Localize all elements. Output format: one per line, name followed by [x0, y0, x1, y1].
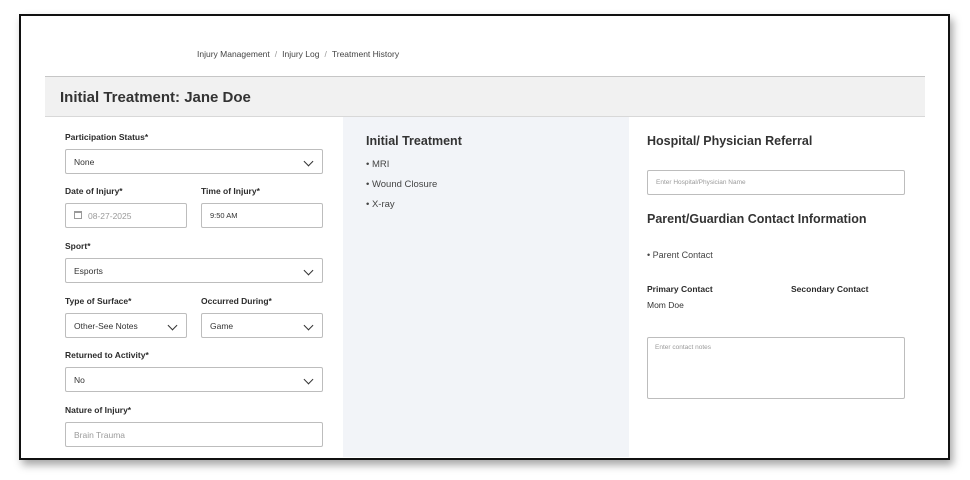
- referral-title: Hospital/ Physician Referral: [647, 134, 813, 148]
- date-of-injury-label: Date of Injury*: [65, 186, 123, 196]
- occurred-during-label: Occurred During*: [201, 296, 272, 306]
- app-frame: Injury Management / Injury Log / Treatment H…: [19, 14, 950, 460]
- injury-form: Participation Status* None Date of Injur…: [45, 117, 343, 457]
- occurred-during-value: Game: [210, 321, 234, 331]
- type-of-surface-value: Other-See Notes: [74, 321, 138, 331]
- breadcrumb-injury-management[interactable]: Injury Management: [197, 49, 270, 59]
- type-of-surface-label: Type of Surface*: [65, 296, 132, 306]
- page-header: Initial Treatment: Jane Doe: [45, 76, 925, 117]
- returned-to-activity-value: No: [74, 375, 85, 385]
- guardian-contact-item: Parent Contact: [647, 250, 713, 260]
- date-of-injury-input[interactable]: 08-27-2025: [65, 203, 187, 228]
- occurred-during-select[interactable]: Game: [201, 313, 323, 338]
- hospital-physician-placeholder: Enter Hospital/Physician Name: [656, 179, 746, 186]
- participation-status-select[interactable]: None: [65, 149, 323, 174]
- sport-value: Esports: [74, 266, 103, 276]
- treatment-item: Wound Closure: [366, 179, 437, 190]
- secondary-contact-label: Secondary Contact: [791, 284, 869, 294]
- calendar-icon: [74, 211, 82, 219]
- chevron-down-icon: [303, 156, 314, 167]
- participation-status-label: Participation Status*: [65, 132, 149, 142]
- time-of-injury-label: Time of Injury*: [201, 186, 260, 196]
- primary-contact-label: Primary Contact: [647, 284, 713, 294]
- chevron-down-icon: [303, 265, 314, 276]
- sport-label: Sport*: [65, 241, 91, 251]
- chevron-down-icon: [303, 374, 314, 385]
- returned-to-activity-label: Returned to Activity*: [65, 350, 149, 360]
- initial-treatment-panel: Initial Treatment MRI Wound Closure X-ra…: [343, 117, 629, 457]
- primary-contact-value: Mom Doe: [647, 300, 684, 310]
- guardian-contact-title: Parent/Guardian Contact Information: [647, 212, 867, 226]
- nature-of-injury-label: Nature of Injury*: [65, 405, 132, 415]
- contact-notes-placeholder: Enter contact notes: [655, 344, 712, 351]
- hospital-physician-input[interactable]: Enter Hospital/Physician Name: [647, 170, 905, 195]
- sport-select[interactable]: Esports: [65, 258, 323, 283]
- breadcrumb: Injury Management / Injury Log / Treatment H…: [197, 49, 399, 59]
- referral-panel: Hospital/ Physician Referral Enter Hospi…: [629, 117, 925, 457]
- breadcrumb-separator: /: [274, 49, 278, 59]
- breadcrumb-injury-log[interactable]: Injury Log: [282, 49, 319, 59]
- chevron-down-icon: [303, 320, 314, 331]
- initial-treatment-title: Initial Treatment: [366, 134, 462, 148]
- treatment-item: MRI: [366, 159, 389, 170]
- nature-of-injury-input[interactable]: Brain Trauma: [65, 422, 323, 447]
- page-title: Initial Treatment: Jane Doe: [60, 89, 251, 106]
- participation-status-value: None: [74, 157, 95, 167]
- time-of-injury-input[interactable]: 9:50 AM: [201, 203, 323, 228]
- nature-of-injury-placeholder: Brain Trauma: [74, 430, 126, 440]
- returned-to-activity-select[interactable]: No: [65, 367, 323, 392]
- date-of-injury-placeholder: 08-27-2025: [88, 211, 132, 221]
- breadcrumb-separator: /: [324, 49, 327, 59]
- contact-notes-textarea[interactable]: Enter contact notes: [647, 337, 905, 399]
- time-of-injury-value: 9:50 AM: [210, 211, 238, 220]
- treatment-item: X-ray: [366, 199, 395, 210]
- type-of-surface-select[interactable]: Other-See Notes: [65, 313, 187, 338]
- breadcrumb-treatment-history[interactable]: Treatment History: [332, 49, 399, 59]
- chevron-down-icon: [167, 320, 178, 331]
